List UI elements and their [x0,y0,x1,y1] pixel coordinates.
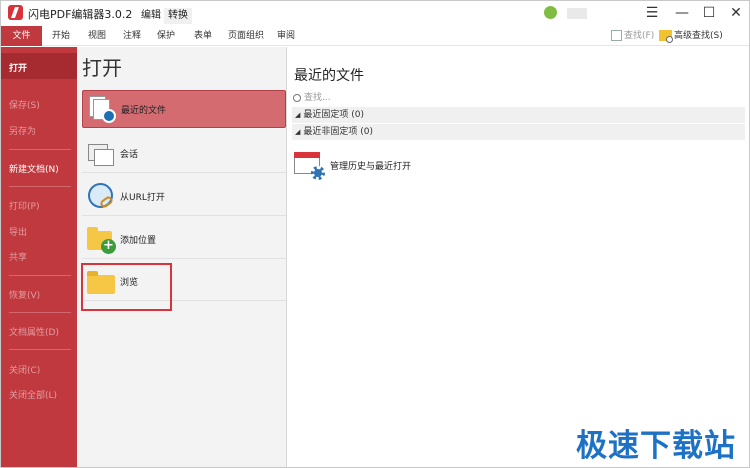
minimize-icon[interactable]: — [671,3,693,23]
tab-page-organize[interactable]: 页面组织 [228,26,264,46]
tab-comment[interactable]: 注释 [123,26,141,46]
sidebar-item-close-all[interactable]: 关闭全部(L) [9,388,57,401]
group-pinned[interactable]: ◢ 最近固定项 (0) [292,107,745,123]
option-session[interactable]: 会话 [82,135,286,173]
option-label: 最近的文件 [121,106,167,116]
advanced-search-button[interactable]: 高级查找(S) [659,28,723,44]
tab-review[interactable]: 审阅 [277,26,295,46]
option-recent-files[interactable]: 最近的文件 [82,90,286,128]
advanced-search-label: 高级查找(S) [674,31,723,41]
sidebar-divider [9,149,71,150]
app-window: 闪电PDF编辑器3.0.2 编辑 转换 ☰ — ☐ ✕ 文件 开始 视图 注释 … [0,0,750,468]
sidebar-divider [9,349,71,350]
sidebar-divider [9,186,71,187]
group-label: 最近固定项 (0) [303,110,365,120]
close-icon[interactable]: ✕ [725,3,747,23]
folder-add-icon: + [85,224,116,254]
sidebar-divider [9,275,71,276]
globe-link-icon [85,181,115,211]
sidebar-item-share[interactable]: 共享 [9,250,27,263]
folder-search-icon [659,30,673,43]
tab-file[interactable]: 文件 [1,26,42,46]
search-icon [611,30,622,41]
option-open-from-url[interactable]: 从URL打开 [82,178,286,216]
recent-files-panel: 最近的文件 查找... ◢ 最近固定项 (0) ◢ 最近非固定项 (0) 管理历史与… [288,47,749,467]
maximize-icon[interactable]: ☐ [698,3,720,23]
expand-arrow-icon: ◢ [295,128,301,136]
tab-view[interactable]: 视图 [88,26,106,46]
group-unpinned[interactable]: ◢ 最近非固定项 (0) [292,124,745,140]
app-title: 闪电PDF编辑器3.0.2 [28,8,133,21]
calendar-gear-icon [294,148,325,180]
recent-files-title: 最近的文件 [294,68,364,84]
sidebar-item-new-document[interactable]: 新建文档(N) [9,162,59,175]
avatar[interactable] [567,8,587,19]
wechat-icon[interactable] [544,6,557,19]
option-label: 添加位置 [120,236,157,246]
title-tab-convert[interactable]: 转换 [164,8,192,24]
search-button[interactable]: 查找(F) [611,28,654,44]
sidebar-item-save[interactable]: 保存(S) [9,98,40,111]
app-logo-icon [8,5,23,20]
ribbon-tabs: 文件 开始 视图 注释 保护 表单 页面组织 审阅 查找(F) 高级查找(S) [1,26,749,46]
sidebar-divider [9,312,71,313]
title-tab-edit[interactable]: 编辑 [137,8,165,24]
manage-history-item[interactable]: 管理历史与最近打开 [293,147,493,183]
tab-form[interactable]: 表单 [194,26,212,46]
open-heading: 打开 [82,56,122,80]
option-label: 会话 [120,150,139,160]
sidebar-item-export[interactable]: 导出 [9,225,27,238]
tab-home[interactable]: 开始 [52,26,70,46]
option-label: 从URL打开 [120,193,165,203]
title-bar: 闪电PDF编辑器3.0.2 编辑 转换 ☰ — ☐ ✕ [1,1,749,26]
sidebar-item-close[interactable]: 关闭(C) [9,363,40,376]
open-options-panel: 打开 最近的文件 会话 从URL打开 + 添加位置 浏览 [77,47,287,467]
recent-files-icon [86,94,116,124]
recent-search-input[interactable]: 查找... [293,90,743,106]
group-label: 最近非固定项 (0) [303,127,374,137]
sidebar-item-document-properties[interactable]: 文档属性(D) [9,325,59,338]
manage-history-label: 管理历史与最近打开 [330,162,412,172]
sidebar-item-print[interactable]: 打印(P) [9,199,39,212]
sidebar-item-save-as[interactable]: 另存为 [9,124,36,137]
sidebar-item-recover[interactable]: 恢复(V) [9,288,40,301]
sidebar-item-open[interactable]: 打开 [9,61,27,74]
menu-icon[interactable]: ☰ [641,3,663,23]
session-icon [85,138,115,168]
expand-arrow-icon: ◢ [295,111,301,119]
watermark-logo: 极速下载站 [576,428,736,464]
file-sidebar: 打开 保存(S) 另存为 新建文档(N) 打印(P) 导出 共享 恢复(V) 文… [1,47,77,467]
search-label: 查找(F) [624,31,655,41]
browse-highlight-outline [81,263,172,311]
search-icon [293,93,301,102]
recent-search-placeholder: 查找... [304,93,331,103]
option-add-location[interactable]: + 添加位置 [82,221,286,259]
tab-protect[interactable]: 保护 [157,26,175,46]
